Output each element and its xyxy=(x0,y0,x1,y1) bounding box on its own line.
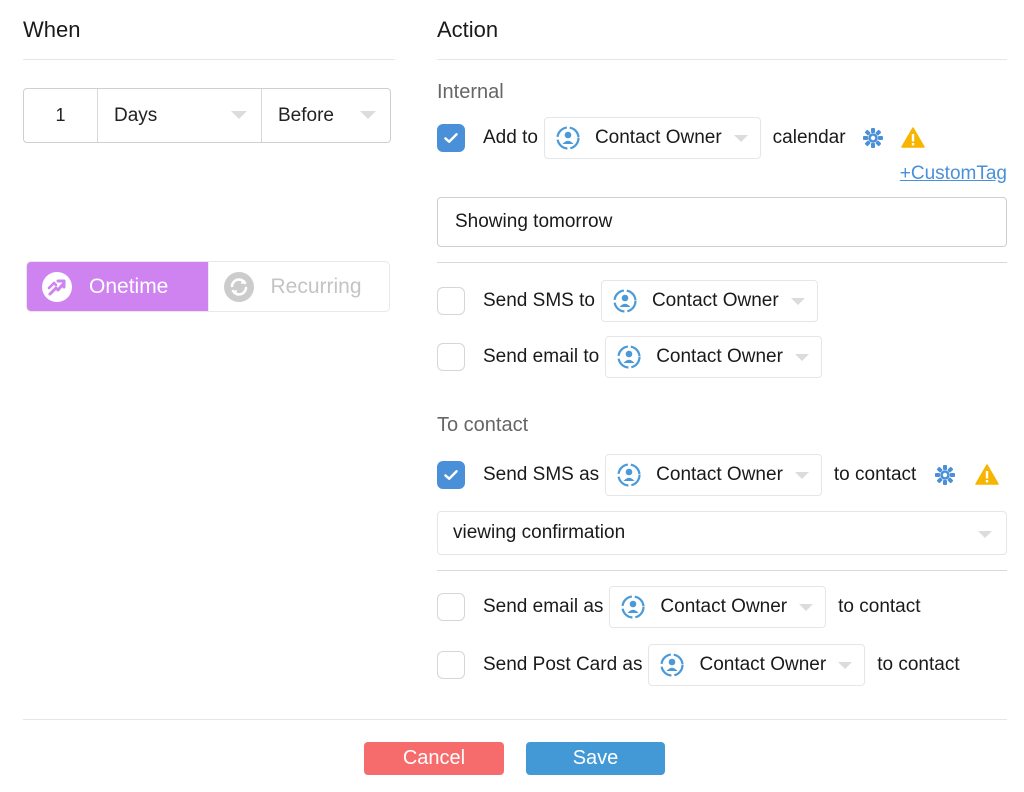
check-icon xyxy=(444,133,458,143)
onetime-label: Onetime xyxy=(89,274,169,298)
chevron-down-icon xyxy=(794,354,809,361)
action-divider xyxy=(437,59,1007,60)
calendar-checkbox[interactable] xyxy=(437,124,465,152)
contact-owner-icon xyxy=(621,595,646,619)
when-divider xyxy=(23,59,395,60)
custom-tag-link[interactable]: +CustomTag xyxy=(900,163,1007,185)
chevron-down-icon xyxy=(790,298,805,305)
contact-owner-icon xyxy=(617,345,641,369)
footer-divider xyxy=(23,719,1007,720)
when-heading: When xyxy=(23,17,81,42)
contact-owner-icon xyxy=(556,126,580,150)
internal-email-recipient-select[interactable]: Contact Owner xyxy=(605,336,822,378)
contact-email-checkbox[interactable] xyxy=(437,593,465,621)
internal-sms-prefix: Send SMS to xyxy=(483,290,595,311)
check-icon xyxy=(444,470,458,480)
calendar-recipient-value: Contact Owner xyxy=(594,127,722,148)
contact-postcard-sender-select[interactable]: Contact Owner xyxy=(648,644,866,686)
contact-sms-suffix: to contact xyxy=(833,464,917,485)
sms-template-value: viewing confirmation xyxy=(453,522,626,543)
calendar-prefix: Add to xyxy=(483,127,538,148)
calendar-action-row: Add to Contact Owner calendar xyxy=(437,117,926,159)
action-heading: Action xyxy=(437,17,499,42)
relation-select-value: Before xyxy=(278,104,334,126)
unit-select[interactable]: Days xyxy=(98,89,262,142)
internal-email-recipient-value: Contact Owner xyxy=(656,346,783,367)
internal-sms-recipient-select[interactable]: Contact Owner xyxy=(600,280,818,322)
gear-icon xyxy=(862,128,883,148)
contact-owner-icon xyxy=(613,289,637,313)
calendar-recipient-select[interactable]: Contact Owner xyxy=(543,117,761,159)
internal-divider xyxy=(437,262,1007,263)
internal-sms-row: Send SMS to Contact Owner xyxy=(437,280,818,322)
amount-input[interactable]: 1 xyxy=(24,89,98,142)
chevron-down-icon xyxy=(231,111,247,119)
onetime-icon xyxy=(42,271,72,302)
contact-sms-prefix: Send SMS as xyxy=(483,464,600,485)
unit-select-value: Days xyxy=(114,104,158,126)
contact-postcard-row: Send Post Card as Contact Owner to conta… xyxy=(437,644,960,686)
contact-postcard-prefix: Send Post Card as xyxy=(483,654,643,675)
internal-email-checkbox[interactable] xyxy=(437,343,465,371)
chevron-down-icon xyxy=(838,662,853,669)
recurring-icon xyxy=(223,271,254,302)
internal-email-prefix: Send email to xyxy=(483,346,600,367)
contact-sms-row: Send SMS as Contact Owner to contact xyxy=(437,454,1000,496)
contact-email-prefix: Send email as xyxy=(483,596,604,617)
warning-icon xyxy=(900,127,925,148)
relation-select[interactable]: Before xyxy=(262,89,390,142)
chevron-down-icon xyxy=(978,531,992,538)
recurring-option[interactable]: Recurring xyxy=(207,262,389,311)
chevron-down-icon xyxy=(794,472,809,479)
contact-postcard-checkbox[interactable] xyxy=(437,651,465,679)
contact-email-sender-value: Contact Owner xyxy=(660,596,788,617)
internal-email-row: Send email to Contact Owner xyxy=(437,336,822,378)
contact-email-sender-select[interactable]: Contact Owner xyxy=(609,586,827,628)
contact-email-row: Send email as Contact Owner to contact xyxy=(437,586,921,628)
contact-postcard-sender-value: Contact Owner xyxy=(699,654,827,675)
contact-sms-settings-button[interactable] xyxy=(932,462,958,488)
internal-heading: Internal xyxy=(437,81,504,103)
contact-sms-checkbox[interactable] xyxy=(437,461,465,489)
save-button[interactable]: Save xyxy=(526,742,665,775)
internal-sms-recipient-value: Contact Owner xyxy=(651,290,779,311)
calendar-warning[interactable] xyxy=(900,125,926,151)
cancel-button[interactable]: Cancel xyxy=(364,742,504,775)
contact-owner-icon xyxy=(660,653,685,677)
contact-sms-warning[interactable] xyxy=(974,462,1000,488)
contact-sms-sender-select[interactable]: Contact Owner xyxy=(605,454,822,496)
chevron-down-icon xyxy=(360,111,376,119)
calendar-title-input[interactable]: Showing tomorrow xyxy=(437,197,1007,247)
chevron-down-icon xyxy=(799,604,814,611)
schedule-mode-toggle: Onetime Recurring xyxy=(26,261,390,312)
warning-icon xyxy=(975,464,1000,485)
contact-sms-sender-value: Contact Owner xyxy=(656,464,783,485)
to-contact-heading: To contact xyxy=(437,414,529,436)
sms-template-select[interactable]: viewing confirmation xyxy=(437,511,1007,555)
calendar-settings-button[interactable] xyxy=(860,125,886,151)
recurring-label: Recurring xyxy=(270,274,362,298)
to-contact-divider xyxy=(437,570,1007,571)
contact-owner-icon xyxy=(617,463,641,487)
when-timing-group: 1 Days Before xyxy=(23,88,391,143)
chevron-down-icon xyxy=(733,135,748,142)
onetime-option[interactable]: Onetime xyxy=(27,262,208,311)
internal-sms-checkbox[interactable] xyxy=(437,287,465,315)
contact-postcard-suffix: to contact xyxy=(877,654,960,675)
contact-email-suffix: to contact xyxy=(838,596,921,617)
calendar-suffix: calendar xyxy=(772,127,846,148)
gear-icon xyxy=(935,465,956,485)
